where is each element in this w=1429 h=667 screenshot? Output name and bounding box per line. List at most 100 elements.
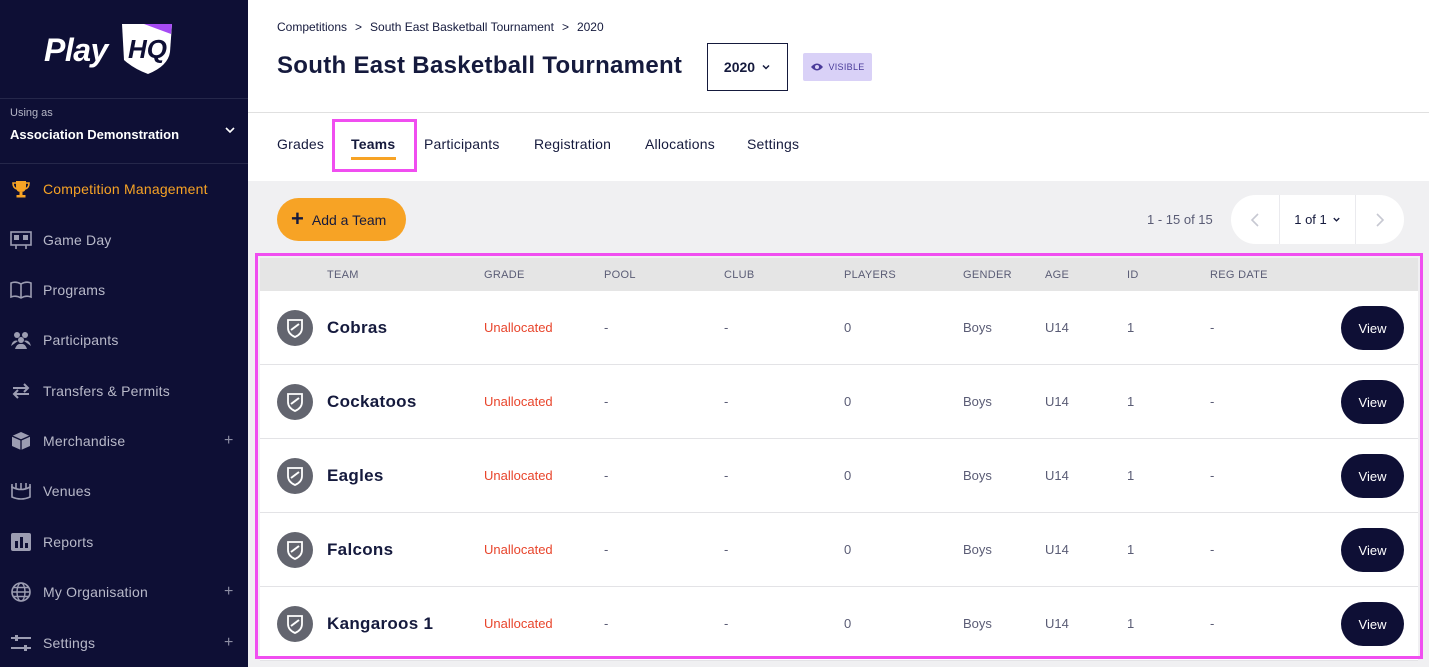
team-reg-date: -: [1210, 320, 1215, 335]
pagination: 1 of 1: [1231, 195, 1404, 244]
team-players: 0: [844, 542, 852, 557]
team-gender: Boys: [963, 542, 992, 557]
tab-allocations[interactable]: Allocations: [645, 136, 715, 152]
table-row: Kangaroos 1 Unallocated - - 0 Boys U14 1…: [260, 587, 1418, 661]
team-gender: Boys: [963, 394, 992, 409]
team-age: U14: [1045, 616, 1069, 631]
tab-registration[interactable]: Registration: [534, 136, 611, 152]
sidebar-item-programs[interactable]: Programs: [0, 265, 248, 315]
playhq-logo[interactable]: Play HQ: [44, 18, 180, 78]
visibility-badge[interactable]: VISIBLE: [803, 53, 872, 81]
team-id: 1: [1127, 320, 1135, 335]
table-row: Cockatoos Unallocated - - 0 Boys U14 1 -…: [260, 365, 1418, 439]
breadcrumb-separator: >: [561, 20, 569, 34]
tab-highlight-box: [332, 119, 417, 172]
sidebar-item-transfers-permits[interactable]: Transfers & Permits: [0, 366, 248, 416]
team-reg-date: -: [1210, 394, 1215, 409]
sidebar-item-competition-management[interactable]: Competition Management: [0, 164, 248, 214]
team-players: 0: [844, 320, 852, 335]
sidebar-divider: [0, 98, 248, 99]
team-players: 0: [844, 394, 852, 409]
team-shield-icon: [277, 606, 313, 642]
logo-play-text: Play: [44, 32, 108, 68]
column-header-grade: GRADE: [484, 269, 525, 281]
team-pool: -: [604, 468, 609, 483]
team-players: 0: [844, 468, 852, 483]
chevron-down-icon[interactable]: [224, 124, 236, 136]
expand-plus-icon[interactable]: +: [224, 432, 233, 450]
globe-icon: [10, 581, 32, 603]
tab-participants[interactable]: Participants: [424, 136, 500, 152]
team-id: 1: [1127, 616, 1135, 631]
column-header-reg-date: REG DATE: [1210, 269, 1268, 281]
page-select[interactable]: 1 of 1: [1279, 195, 1356, 244]
team-gender: Boys: [963, 616, 992, 631]
breadcrumb: Competitions > South East Basketball Tou…: [277, 20, 604, 34]
team-name: Kangaroos 1: [327, 614, 434, 633]
view-team-button[interactable]: View: [1341, 602, 1404, 646]
view-team-button[interactable]: View: [1341, 380, 1404, 424]
eye-icon: [811, 63, 824, 71]
chevron-down-icon: [762, 64, 770, 70]
team-club: -: [724, 468, 729, 483]
team-grade: Unallocated: [484, 394, 553, 409]
team-age: U14: [1045, 320, 1069, 335]
column-header-team: TEAM: [327, 269, 359, 281]
column-header-id: ID: [1127, 269, 1139, 281]
view-team-button[interactable]: View: [1341, 454, 1404, 498]
next-page-button[interactable]: [1356, 195, 1404, 244]
sidebar-item-reports[interactable]: Reports: [0, 517, 248, 567]
team-shield-icon: [277, 310, 313, 346]
table-row: Cobras Unallocated - - 0 Boys U14 1 - Vi…: [260, 291, 1418, 365]
using-as-label: Using as: [10, 107, 53, 119]
sidebar-item-merchandise[interactable]: Merchandise +: [0, 416, 248, 466]
results-count: 1 - 15 of 15: [1147, 212, 1213, 227]
sidebar-item-settings[interactable]: Settings +: [0, 618, 248, 667]
sidebar-item-label: Reports: [43, 534, 94, 550]
view-team-button[interactable]: View: [1341, 528, 1404, 572]
tab-grades[interactable]: Grades: [277, 136, 324, 152]
add-team-label: Add a Team: [311, 211, 387, 228]
breadcrumb-item[interactable]: Competitions: [277, 20, 347, 34]
logo-hq-text: HQ: [128, 34, 167, 64]
breadcrumb-item[interactable]: South East Basketball Tournament: [370, 20, 554, 34]
view-team-button[interactable]: View: [1341, 306, 1404, 350]
organisation-name[interactable]: Association Demonstration: [10, 127, 179, 142]
column-header-age: AGE: [1045, 269, 1070, 281]
team-name: Cobras: [327, 318, 388, 337]
people-icon: [10, 329, 32, 351]
plus-icon: +: [291, 205, 304, 231]
team-grade: Unallocated: [484, 616, 553, 631]
team-pool: -: [604, 542, 609, 557]
team-shield-icon: [277, 532, 313, 568]
chevron-left-icon: [1250, 212, 1259, 227]
team-gender: Boys: [963, 468, 992, 483]
sidebar-item-my-organisation[interactable]: My Organisation +: [0, 567, 248, 617]
team-id: 1: [1127, 542, 1135, 557]
year-select[interactable]: 2020: [707, 43, 788, 91]
sidebar-item-participants[interactable]: Participants: [0, 315, 248, 365]
tab-settings[interactable]: Settings: [747, 136, 799, 152]
sidebar-item-label: Merchandise: [43, 433, 126, 449]
expand-plus-icon[interactable]: +: [224, 583, 233, 601]
table-row: Eagles Unallocated - - 0 Boys U14 1 - Vi…: [260, 439, 1418, 513]
visibility-label: VISIBLE: [828, 62, 865, 72]
table-row: Falcons Unallocated - - 0 Boys U14 1 - V…: [260, 513, 1418, 587]
team-reg-date: -: [1210, 616, 1215, 631]
sidebar-item-game-day[interactable]: Game Day: [0, 215, 248, 265]
team-grade: Unallocated: [484, 320, 553, 335]
team-club: -: [724, 616, 729, 631]
prev-page-button[interactable]: [1231, 195, 1279, 244]
expand-plus-icon[interactable]: +: [224, 634, 233, 652]
sidebar-item-venues[interactable]: Venues: [0, 466, 248, 516]
breadcrumb-item: 2020: [576, 20, 604, 34]
header-divider: [248, 112, 1429, 113]
team-pool: -: [604, 394, 609, 409]
sidebar-item-label: Participants: [43, 332, 119, 348]
column-header-gender: GENDER: [963, 269, 1012, 281]
add-team-button[interactable]: + Add a Team: [277, 198, 406, 241]
team-name: Falcons: [327, 540, 394, 559]
team-pool: -: [604, 320, 609, 335]
chevron-down-icon: [1333, 217, 1340, 222]
sliders-icon: [10, 632, 32, 654]
